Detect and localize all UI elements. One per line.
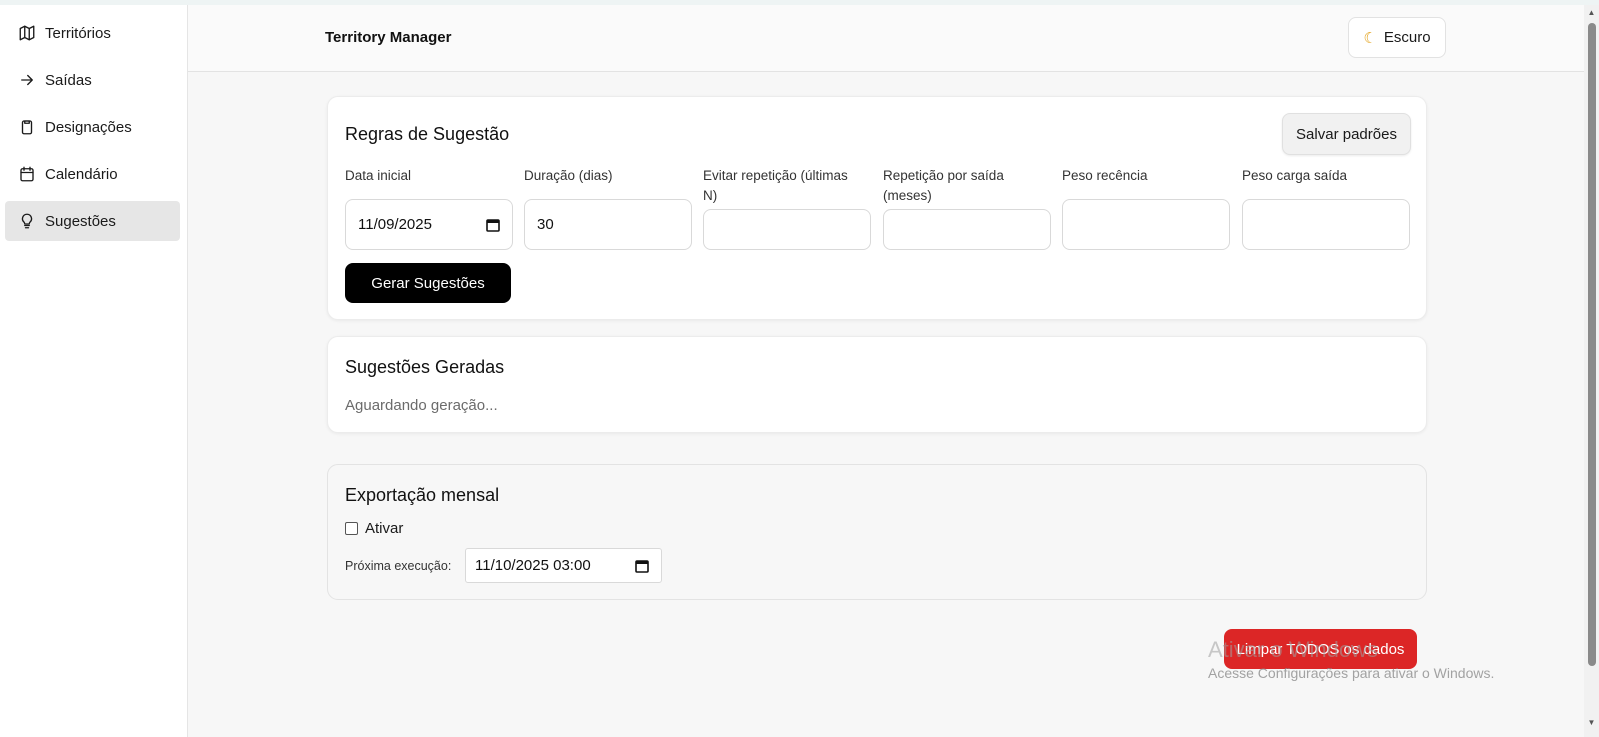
main-content: Territory Manager ☾ Escuro Regras de Sug… (188, 5, 1584, 737)
next-run-label: Próxima execução: (345, 559, 452, 573)
sidebar-item-label: Saídas (45, 71, 92, 89)
windows-activation-watermark-text: Acesse Configurações para ativar o Windo… (1208, 665, 1495, 681)
generate-suggestions-button[interactable]: Gerar Sugestões (345, 263, 511, 303)
generated-title: Sugestões Geradas (345, 357, 505, 377)
save-defaults-button[interactable]: Salvar padrões (1282, 113, 1411, 155)
sidebar-item-label: Designações (45, 118, 132, 136)
generated-suggestions-card: Sugestões Geradas Aguardando geração... (327, 336, 1427, 433)
sidebar-item-label: Sugestões (45, 212, 116, 230)
exit-load-weight-label: Peso carga saída (1242, 168, 1348, 183)
calendar-picker-icon[interactable] (486, 218, 500, 232)
calendar-icon (18, 165, 36, 183)
moon-icon: ☾ (1363, 29, 1377, 47)
sidebar-item-saidas[interactable]: Saídas (5, 60, 180, 100)
sidebar-item-calendario[interactable]: Calendário (5, 154, 180, 194)
avoid-repeat-input[interactable] (703, 209, 871, 250)
calendar-picker-icon[interactable] (635, 559, 649, 573)
enable-export-toggle[interactable]: Ativar (345, 520, 403, 537)
duration-label: Duração (dias) (524, 168, 613, 183)
suggestion-rules-card: Regras de Sugestão Salvar padrões Data i… (327, 96, 1427, 320)
scroll-down-arrow-icon[interactable]: ▼ (1587, 718, 1596, 727)
generation-status: Aguardando geração... (345, 397, 498, 414)
sidebar-item-territorios[interactable]: Territórios (5, 13, 180, 53)
enable-export-label: Ativar (365, 520, 404, 537)
repeat-per-exit-label: Repetição por saída (meses) (883, 168, 1004, 203)
next-run-input[interactable]: 11/10/2025 03:00 (465, 548, 662, 583)
next-run-value: 11/10/2025 03:00 (475, 557, 591, 574)
start-date-input[interactable]: 11/09/2025 (345, 199, 513, 250)
arrow-right-icon (18, 71, 36, 89)
repeat-per-exit-input[interactable] (883, 209, 1051, 250)
vertical-scrollbar[interactable]: ▲ ▼ (1584, 5, 1599, 737)
rules-title: Regras de Sugestão (345, 124, 510, 144)
exit-load-weight-input[interactable] (1242, 199, 1410, 250)
app-title: Territory Manager (325, 29, 452, 46)
start-date-label: Data inicial (345, 168, 412, 183)
recency-weight-input[interactable] (1062, 199, 1230, 250)
sidebar-item-designacoes[interactable]: Designações (5, 107, 180, 147)
sidebar: Territórios Saídas Designações Calendári… (0, 5, 188, 737)
duration-value: 30 (537, 216, 554, 233)
clipboard-icon (18, 118, 36, 136)
sidebar-item-sugestoes[interactable]: Sugestões (5, 201, 180, 241)
map-icon (18, 24, 36, 42)
duration-input[interactable]: 30 (524, 199, 692, 250)
enable-export-checkbox[interactable] (345, 522, 358, 535)
sidebar-item-label: Territórios (45, 24, 111, 42)
lightbulb-icon (18, 212, 36, 230)
scroll-thumb[interactable] (1588, 23, 1596, 666)
theme-toggle-button[interactable]: ☾ Escuro (1348, 17, 1446, 58)
recency-weight-label: Peso recência (1062, 168, 1148, 183)
theme-toggle-label: Escuro (1383, 29, 1431, 46)
scroll-up-arrow-icon[interactable]: ▲ (1587, 8, 1596, 17)
app-header: Territory Manager ☾ Escuro (188, 5, 1584, 72)
start-date-value: 11/09/2025 (358, 216, 432, 233)
windows-activation-watermark-title: Ativar o Windows (1208, 637, 1378, 662)
monthly-export-card: Exportação mensal Ativar Próxima execuçã… (327, 464, 1427, 600)
export-title: Exportação mensal (345, 485, 500, 505)
avoid-repeat-label: Evitar repetição (últimas N) (703, 168, 848, 203)
sidebar-item-label: Calendário (45, 165, 118, 183)
